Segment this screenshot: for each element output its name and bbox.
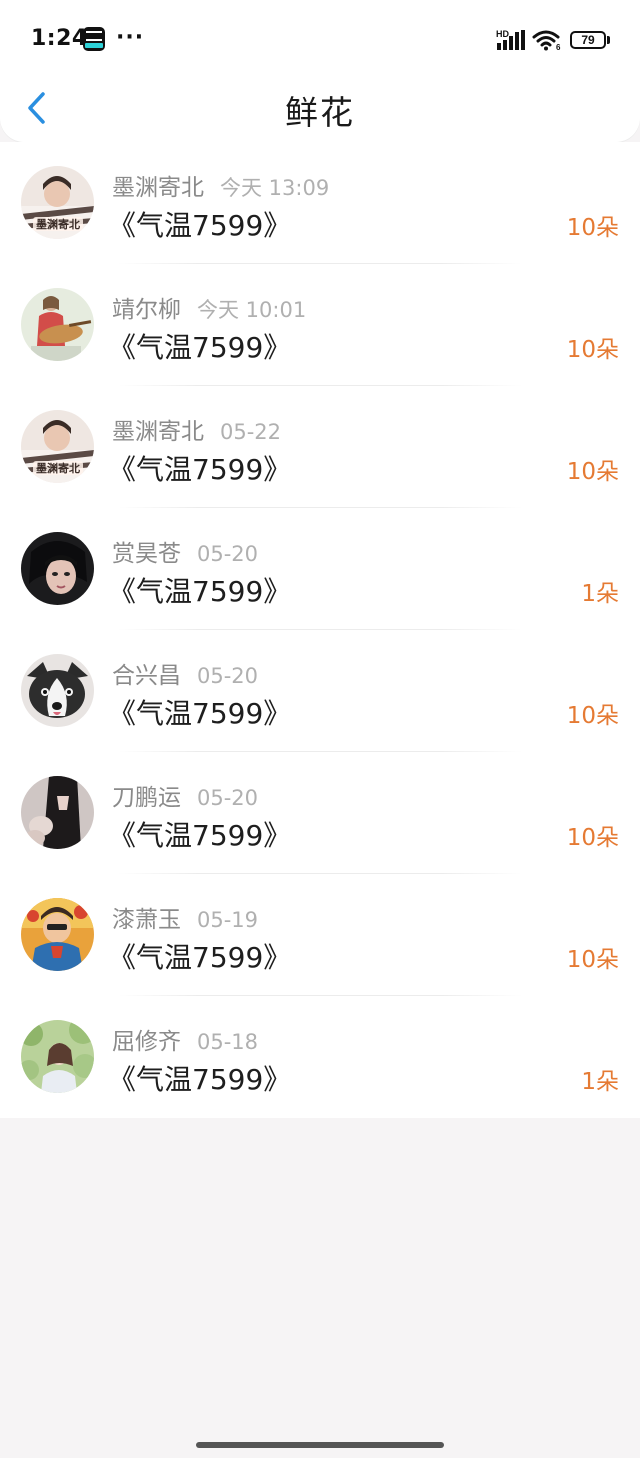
status-bar: 1:24 ··· HD 6 79 — [0, 0, 640, 80]
book-title[interactable]: 《气温7599》 — [108, 570, 291, 610]
book-title[interactable]: 《气温7599》 — [108, 814, 291, 854]
avatar[interactable]: 墨渊寄北 — [21, 410, 94, 483]
gift-amount: 10朵 — [566, 459, 619, 485]
list-item[interactable]: 漆萧玉 05-19 《气温7599》 10朵 — [0, 874, 640, 996]
app-notification-icon — [83, 27, 105, 51]
record-time: 05-20 — [197, 664, 259, 688]
home-indicator[interactable] — [196, 1442, 444, 1448]
username[interactable]: 合兴昌 — [112, 663, 181, 689]
avatar[interactable] — [21, 288, 94, 361]
avatar[interactable] — [21, 1020, 94, 1093]
username[interactable]: 靖尔柳 — [112, 297, 181, 323]
record-meta: 墨渊寄北 05-22 — [112, 412, 282, 445]
record-meta: 屈修齐 05-18 — [112, 1022, 259, 1055]
avatar[interactable]: 墨渊寄北 — [21, 166, 94, 239]
username[interactable]: 刀鹏运 — [112, 785, 181, 811]
gift-amount: 10朵 — [566, 825, 619, 851]
avatar[interactable] — [21, 776, 94, 849]
list-item[interactable]: 刀鹏运 05-20 《气温7599》 10朵 — [0, 752, 640, 874]
gift-amount: 10朵 — [566, 215, 619, 241]
record-time: 05-20 — [197, 542, 259, 566]
list-item[interactable]: 赏昊苍 05-20 《气温7599》 1朵 — [0, 508, 640, 630]
list-item[interactable]: 屈修齐 05-18 《气温7599》 1朵 — [0, 996, 640, 1118]
record-meta: 赏昊苍 05-20 — [112, 534, 259, 567]
record-meta: 墨渊寄北 今天 13:09 — [112, 168, 330, 201]
avatar[interactable] — [21, 532, 94, 605]
username[interactable]: 屈修齐 — [112, 1029, 181, 1055]
book-title[interactable]: 《气温7599》 — [108, 204, 291, 244]
gift-amount: 10朵 — [566, 337, 619, 363]
page-title: 鲜花 — [285, 93, 355, 132]
book-title[interactable]: 《气温7599》 — [108, 326, 291, 366]
record-meta: 刀鹏运 05-20 — [112, 778, 259, 811]
gift-amount: 10朵 — [566, 703, 619, 729]
battery-icon: 79 — [570, 31, 606, 49]
list-item[interactable]: 墨渊寄北 墨渊寄北 今天 13:09 《气温7599》 10朵 — [0, 142, 640, 264]
signal-icon — [497, 30, 525, 50]
record-time: 今天 13:09 — [220, 176, 330, 200]
username[interactable]: 漆萧玉 — [112, 907, 181, 933]
book-title[interactable]: 《气温7599》 — [108, 1058, 291, 1098]
record-time: 05-20 — [197, 786, 259, 810]
record-meta: 靖尔柳 今天 10:01 — [112, 290, 307, 323]
svg-text:墨渊寄北: 墨渊寄北 — [36, 461, 80, 475]
list-item[interactable]: 墨渊寄北 墨渊寄北 05-22 《气温7599》 10朵 — [0, 386, 640, 508]
gift-record-list: 墨渊寄北 墨渊寄北 今天 13:09 《气温7599》 10朵 靖尔柳 今天 10:… — [0, 142, 640, 1118]
wifi-badge: 6 — [556, 43, 561, 51]
header-bar: 1:24 ··· HD 6 79 鲜花 — [0, 0, 640, 142]
more-notifications-icon: ··· — [116, 25, 145, 50]
book-title[interactable]: 《气温7599》 — [108, 448, 291, 488]
record-meta: 合兴昌 05-20 — [112, 656, 259, 689]
record-time: 05-22 — [220, 420, 282, 444]
username[interactable]: 墨渊寄北 — [112, 419, 204, 445]
avatar[interactable] — [21, 654, 94, 727]
record-time: 今天 10:01 — [197, 298, 307, 322]
record-time: 05-18 — [197, 1030, 259, 1054]
list-item[interactable]: 合兴昌 05-20 《气温7599》 10朵 — [0, 630, 640, 752]
gift-amount: 1朵 — [581, 1069, 619, 1095]
avatar[interactable] — [21, 898, 94, 971]
record-time: 05-19 — [197, 908, 259, 932]
gift-amount: 1朵 — [581, 581, 619, 607]
book-title[interactable]: 《气温7599》 — [108, 936, 291, 976]
list-item[interactable]: 靖尔柳 今天 10:01 《气温7599》 10朵 — [0, 264, 640, 386]
battery-cap — [607, 36, 610, 44]
wifi-icon: 6 — [532, 30, 561, 51]
record-meta: 漆萧玉 05-19 — [112, 900, 259, 933]
book-title[interactable]: 《气温7599》 — [108, 692, 291, 732]
username[interactable]: 墨渊寄北 — [112, 175, 204, 201]
gift-amount: 10朵 — [566, 947, 619, 973]
svg-text:墨渊寄北: 墨渊寄北 — [36, 217, 80, 231]
status-time: 1:24 — [31, 26, 88, 51]
username[interactable]: 赏昊苍 — [112, 541, 181, 567]
